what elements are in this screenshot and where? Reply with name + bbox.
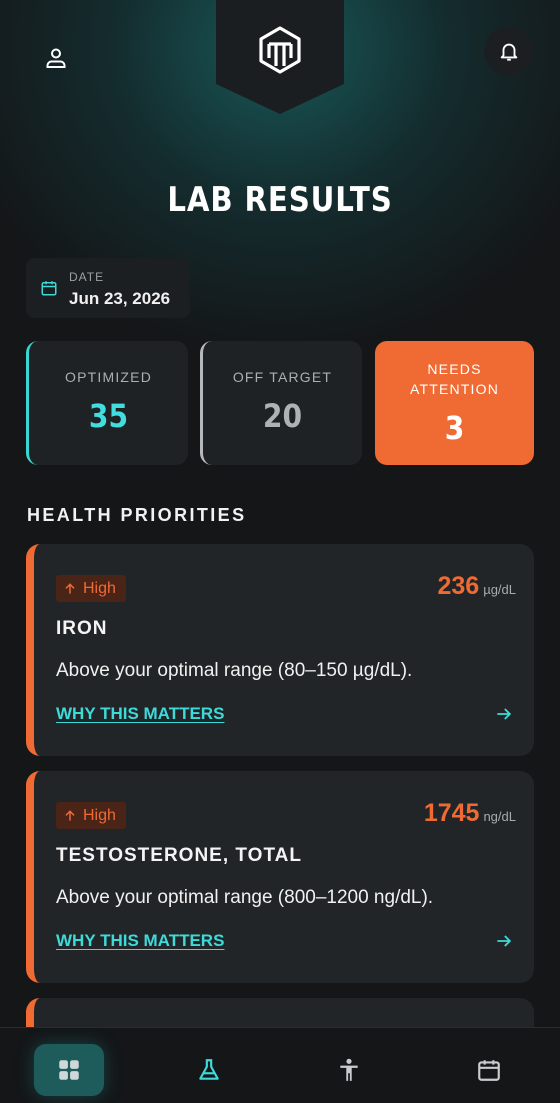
biomarker-description: Above your optimal range (800–1200 ng/dL…	[56, 887, 434, 908]
off-target-stat-card[interactable]: OFF TARGET 20	[200, 341, 362, 465]
date-label: DATE	[69, 270, 105, 284]
nav-lab-results[interactable]	[174, 1044, 244, 1096]
notifications-button[interactable]	[484, 26, 534, 76]
date-value: Jun 23, 2026	[69, 289, 171, 308]
stat-label: OPTIMIZED	[64, 369, 153, 385]
badge-label: High	[83, 806, 116, 824]
badge-label: High	[83, 579, 116, 597]
date-selector[interactable]: DATE Jun 23, 2026	[26, 258, 190, 318]
value-unit: µg/dL	[483, 582, 516, 597]
nav-calendar[interactable]	[454, 1044, 524, 1096]
calendar-icon	[41, 281, 57, 296]
bell-icon	[500, 43, 518, 61]
arrow-right-icon[interactable]	[494, 931, 514, 951]
arrow-up-icon	[65, 809, 75, 821]
status-badge: High	[56, 802, 126, 829]
page-title: LAB RESULTS	[167, 180, 393, 220]
biomarker-description: Above your optimal range (80–150 µg/dL).	[56, 660, 413, 681]
biomarker-value: 236 µg/dL	[437, 572, 516, 601]
nav-body[interactable]	[314, 1044, 384, 1096]
why-this-matters-link[interactable]: WHY THIS MATTERS	[56, 931, 224, 951]
value-number: 1745	[423, 799, 480, 827]
biomarker-value: 1745 ng/dL	[424, 799, 516, 828]
biomarker-name: TESTOSTERONE, TOTAL	[56, 845, 302, 866]
arrow-up-icon	[65, 582, 75, 594]
priority-card-iron[interactable]: High 236 µg/dL IRON Above your optimal r…	[26, 544, 534, 756]
profile-button[interactable]	[34, 36, 78, 80]
flask-icon	[199, 1059, 219, 1080]
needs-attention-stat-card[interactable]: NEEDS ATTENTION 3	[375, 341, 534, 465]
status-badge: High	[56, 575, 126, 602]
optimized-stat-card[interactable]: OPTIMIZED 35	[26, 341, 188, 465]
dashboard-icon	[59, 1060, 79, 1080]
stat-value: 35	[88, 397, 129, 435]
why-this-matters-link[interactable]: WHY THIS MATTERS	[56, 704, 224, 724]
stat-label: OFF TARGET	[232, 369, 333, 385]
biomarker-name: IRON	[56, 618, 108, 639]
calendar-icon	[478, 1060, 500, 1081]
shield-logo-icon	[216, 0, 344, 114]
value-number: 236	[437, 572, 480, 600]
body-icon	[340, 1058, 358, 1081]
section-title: HEALTH PRIORITIES	[27, 505, 247, 525]
bottom-navigation	[0, 1027, 560, 1103]
value-unit: ng/dL	[483, 809, 516, 824]
priority-card-testosterone[interactable]: High 1745 ng/dL TESTOSTERONE, TOTAL Abov…	[26, 771, 534, 983]
stat-value: 3	[444, 409, 465, 447]
stat-value: 20	[262, 397, 303, 435]
stat-label: NEEDS ATTENTION	[409, 361, 500, 397]
lab-results-screen: LAB RESULTS DATE Jun 23, 2026 OPTIMIZED …	[0, 0, 560, 1103]
nav-dashboard[interactable]	[34, 1044, 104, 1096]
arrow-right-icon[interactable]	[494, 704, 514, 724]
user-icon	[46, 48, 66, 68]
